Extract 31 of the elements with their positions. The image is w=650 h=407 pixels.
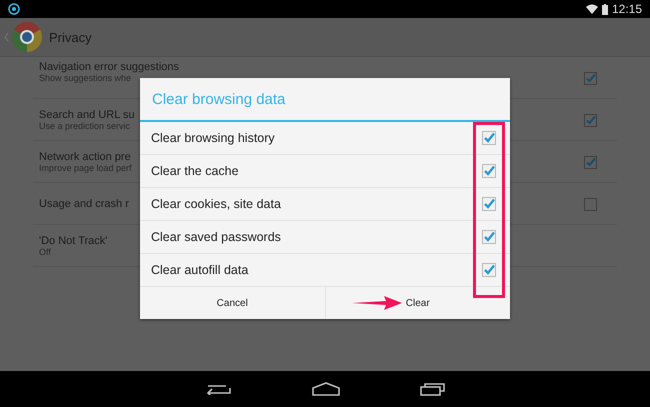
dialog-option[interactable]: Clear browsing history bbox=[140, 122, 510, 155]
checkbox[interactable] bbox=[482, 263, 496, 277]
setting-title: Navigation error suggestions bbox=[39, 61, 180, 73]
checkbox[interactable] bbox=[482, 230, 496, 244]
setting-title: Usage and crash r bbox=[39, 198, 129, 210]
screen-title: Privacy bbox=[49, 30, 92, 44]
setting-title: 'Do Not Track' bbox=[39, 234, 108, 246]
dialog-button[interactable]: Clear bbox=[324, 287, 510, 319]
wifi-icon bbox=[586, 4, 598, 14]
dialog-button[interactable]: Cancel bbox=[140, 287, 324, 319]
browser-logo-icon[interactable] bbox=[11, 21, 43, 53]
notification-icon bbox=[8, 3, 20, 15]
checkbox[interactable] bbox=[482, 131, 496, 145]
checkbox[interactable] bbox=[482, 197, 496, 211]
back-icon[interactable] bbox=[204, 383, 232, 395]
checkbox[interactable] bbox=[482, 164, 496, 178]
dialog-title: Clear browsing data bbox=[140, 78, 510, 122]
dialog-option[interactable]: Clear saved passwords bbox=[140, 221, 510, 254]
checkbox[interactable] bbox=[584, 198, 597, 210]
checkbox[interactable] bbox=[584, 72, 597, 84]
dialog-option[interactable]: Clear cookies, site data bbox=[140, 188, 510, 221]
dialog-option[interactable]: Clear the cache bbox=[140, 155, 510, 188]
setting-title: Network action pre bbox=[39, 150, 131, 162]
battery-icon bbox=[602, 4, 608, 14]
recent-apps-icon[interactable] bbox=[420, 382, 446, 396]
checkbox[interactable] bbox=[584, 156, 597, 168]
home-icon[interactable] bbox=[312, 382, 340, 396]
checkbox[interactable] bbox=[584, 114, 597, 126]
status-time: 12:15 bbox=[612, 2, 642, 16]
setting-title: Search and URL su bbox=[39, 108, 135, 120]
back-caret-icon[interactable] bbox=[4, 32, 9, 42]
